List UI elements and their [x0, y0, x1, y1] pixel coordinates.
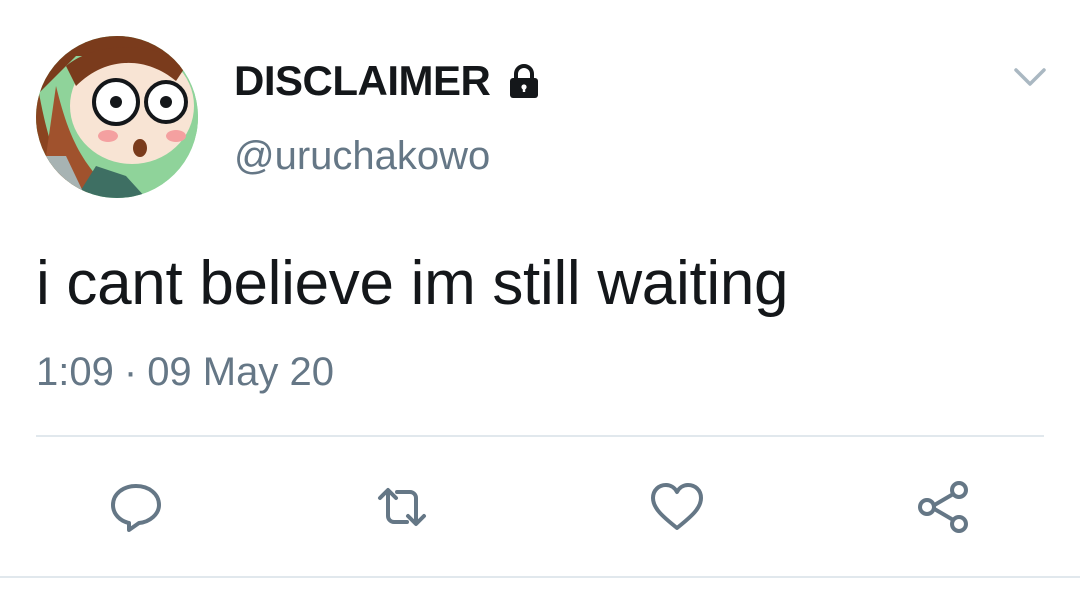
display-name[interactable]: DISCLAIMER [234, 58, 491, 104]
tweet-text: i cant believe im still waiting [36, 249, 789, 318]
lock-icon [510, 64, 539, 98]
tweet-card: DISCLAIMER @uruchakowo i cant believe im… [0, 0, 1080, 596]
tweet-date: 09 May 20 [147, 350, 334, 394]
bottom-border [0, 576, 1080, 578]
user-handle[interactable]: @uruchakowo [234, 134, 490, 178]
heart-icon [651, 483, 703, 530]
name-row: DISCLAIMER [234, 58, 544, 104]
avatar-image [36, 36, 198, 198]
reply-button[interactable] [107, 478, 165, 536]
share-button[interactable] [914, 478, 972, 536]
timestamp-separator: · [123, 350, 138, 394]
chevron-down-icon[interactable] [1010, 62, 1050, 94]
like-button[interactable] [648, 478, 706, 536]
speech-bubble-icon [111, 484, 161, 532]
share-nodes-icon [918, 481, 968, 533]
tweet-timestamp[interactable]: 1:09 · 09 May 20 [36, 350, 334, 394]
retweet-button[interactable] [373, 478, 431, 536]
avatar[interactable] [36, 36, 198, 198]
divider [36, 435, 1044, 437]
tweet-time: 1:09 [36, 350, 114, 394]
retweet-arrows-icon [378, 488, 426, 526]
